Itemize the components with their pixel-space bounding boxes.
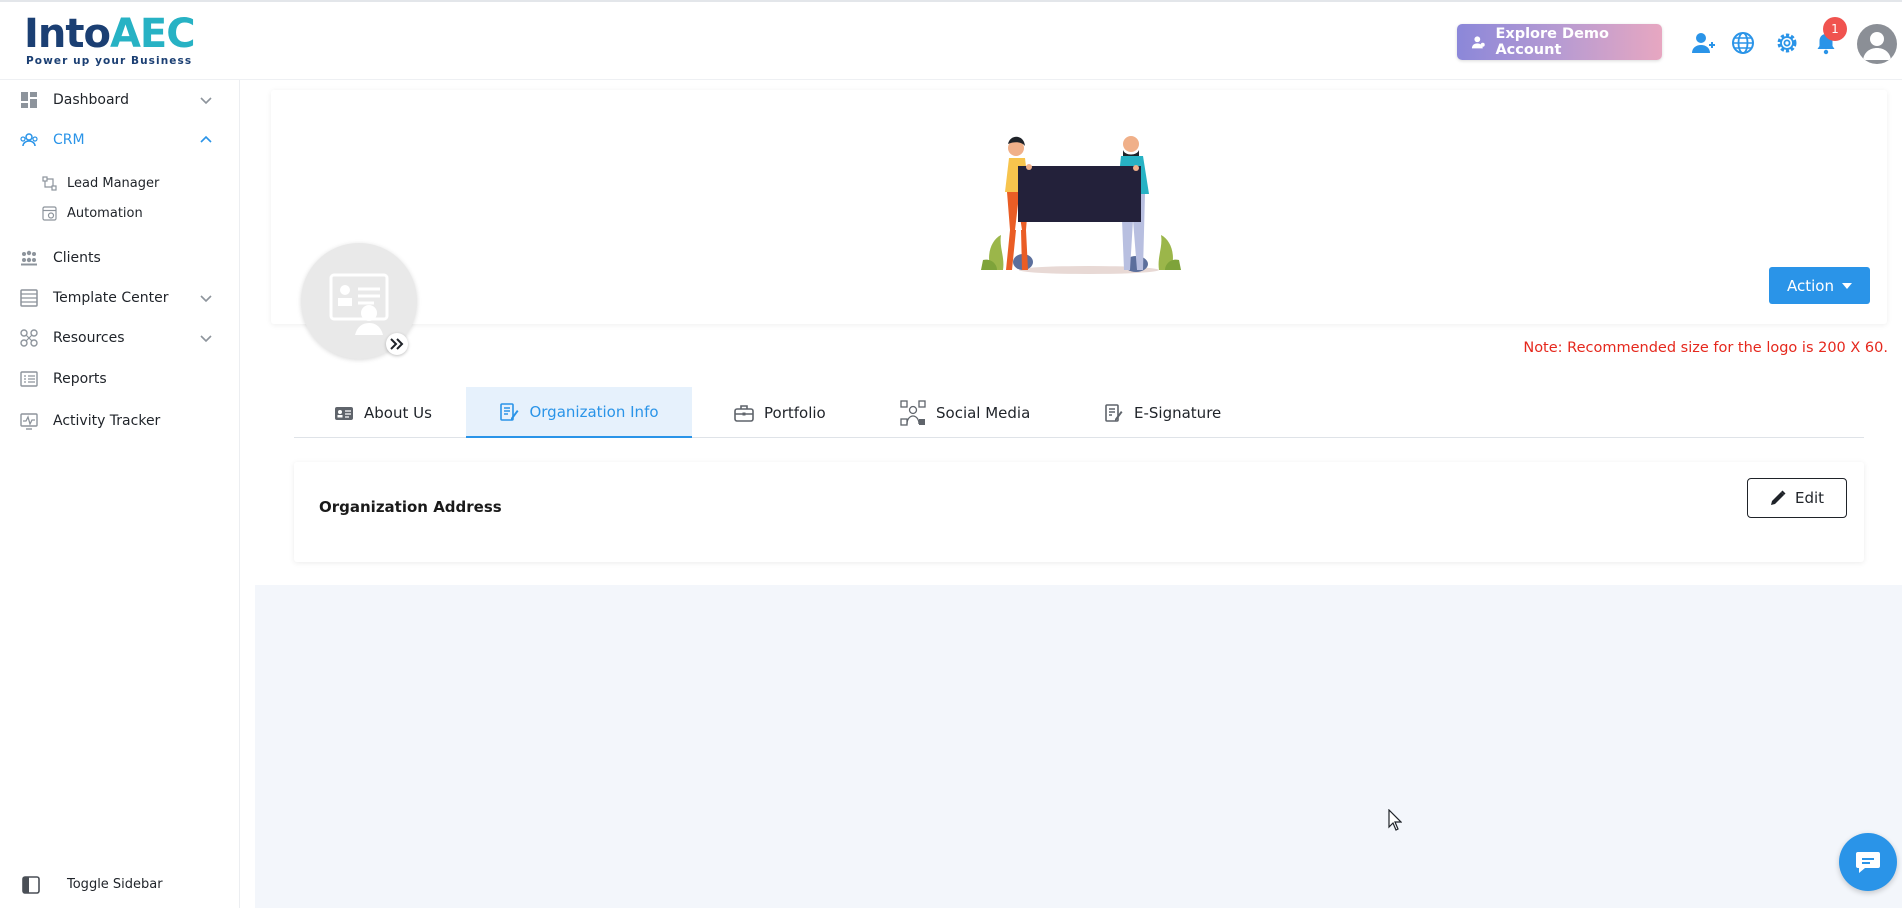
user-demo-icon [1471,36,1485,49]
sidebar-item-label: Dashboard [53,92,129,108]
sidebar-item-crm[interactable]: CRM [0,123,240,157]
organization-tabs: About Us Organization Info Portfolio Soc… [294,387,1864,438]
logo-tagline: Power up your Business [26,55,193,67]
chevron-down-icon[interactable] [199,291,213,305]
resources-icon [20,329,38,347]
org-info-icon [500,402,519,421]
toggle-sidebar-label: Toggle Sidebar [67,877,163,892]
activity-icon [20,413,38,430]
toggle-sidebar-button[interactable]: Toggle Sidebar [0,868,240,902]
chat-support-button[interactable] [1839,833,1897,891]
action-button-label: Action [1787,276,1834,295]
app-logo[interactable]: IntoAEC Power up your Business [24,10,196,70]
logo-text-aec: AEC [109,11,196,57]
tab-e-signature[interactable]: E-Signature [1104,387,1221,438]
tab-label: About Us [364,403,432,422]
about-us-icon [335,406,353,420]
sidebar-item-activity-tracker[interactable]: Activity Tracker [0,404,240,438]
edit-button[interactable]: Edit [1747,478,1847,518]
settings-gear-icon[interactable] [1774,30,1800,56]
dashboard-icon [21,92,37,108]
crm-icon [20,133,38,147]
social-media-icon [900,399,926,426]
sidebar: Dashboard CRM Lead Manager Automation Cl… [0,80,240,908]
sidebar-item-label: Lead Manager [67,175,160,191]
chevron-up-icon[interactable] [199,133,213,147]
people-holding-sign-illustration [981,136,1181,274]
toggle-sidebar-icon [22,876,40,894]
tab-organization-info[interactable]: Organization Info [466,387,692,438]
explore-demo-button[interactable]: Explore Demo Account [1457,24,1662,60]
tab-label: Portfolio [764,403,826,422]
tab-portfolio[interactable]: Portfolio [734,387,826,438]
reports-icon [20,371,38,387]
action-dropdown-button[interactable]: Action [1769,267,1870,304]
tab-label: Organization Info [529,402,659,421]
sidebar-item-reports[interactable]: Reports [0,362,240,396]
chevron-down-icon[interactable] [199,331,213,345]
pencil-icon [1770,490,1786,505]
edit-button-label: Edit [1794,489,1825,507]
user-avatar[interactable] [1857,24,1897,64]
sidebar-item-label: Template Center [53,290,169,306]
sidebar-item-label: CRM [53,132,85,148]
portfolio-icon [734,404,754,422]
top-header: IntoAEC Power up your Business Explore D… [0,2,1902,80]
logo-size-note: Note: Recommended size for the logo is 2… [1523,340,1888,356]
automation-icon [42,205,57,221]
explore-demo-label: Explore Demo Account [1495,26,1609,58]
mouse-cursor-icon [1388,809,1402,831]
organization-banner [271,90,1887,324]
sidebar-item-label: Resources [53,330,125,346]
chat-bubble-icon [1856,852,1880,873]
globe-icon[interactable] [1730,30,1756,56]
sidebar-item-label: Clients [53,250,101,266]
logo-text-into: Into [24,11,111,57]
organization-address-title: Organization Address [319,498,502,516]
tab-label: Social Media [936,403,1031,422]
chevron-down-icon[interactable] [199,93,213,107]
e-signature-icon [1105,403,1123,422]
clients-icon [21,250,37,266]
double-chevron-right-icon [390,338,404,350]
expand-logo-button[interactable] [386,333,408,355]
sidebar-item-resources[interactable]: Resources [0,321,240,355]
sidebar-item-dashboard[interactable]: Dashboard [0,83,240,117]
sidebar-item-clients[interactable]: Clients [0,241,240,275]
tab-social-media[interactable]: Social Media [900,387,1030,438]
main-content-background [255,585,1902,908]
avatar-person-icon [1863,32,1891,60]
sidebar-item-template-center[interactable]: Template Center [0,281,240,315]
sidebar-item-label: Automation [67,205,143,221]
sidebar-item-automation[interactable]: Automation [0,199,240,227]
sidebar-item-lead-manager[interactable]: Lead Manager [0,169,240,197]
tab-about-us[interactable]: About Us [334,387,432,438]
template-icon [20,289,38,307]
tab-label: E-Signature [1134,403,1222,422]
caret-down-icon [1841,282,1852,289]
add-user-icon[interactable] [1690,30,1716,56]
sidebar-item-label: Reports [53,371,107,387]
notification-count-badge: 1 [1823,17,1847,41]
logo-wordmark: IntoAEC [24,10,196,58]
sidebar-item-label: Activity Tracker [53,413,161,429]
lead-manager-icon [42,175,57,191]
organization-address-card: Organization Address Edit [294,462,1864,562]
